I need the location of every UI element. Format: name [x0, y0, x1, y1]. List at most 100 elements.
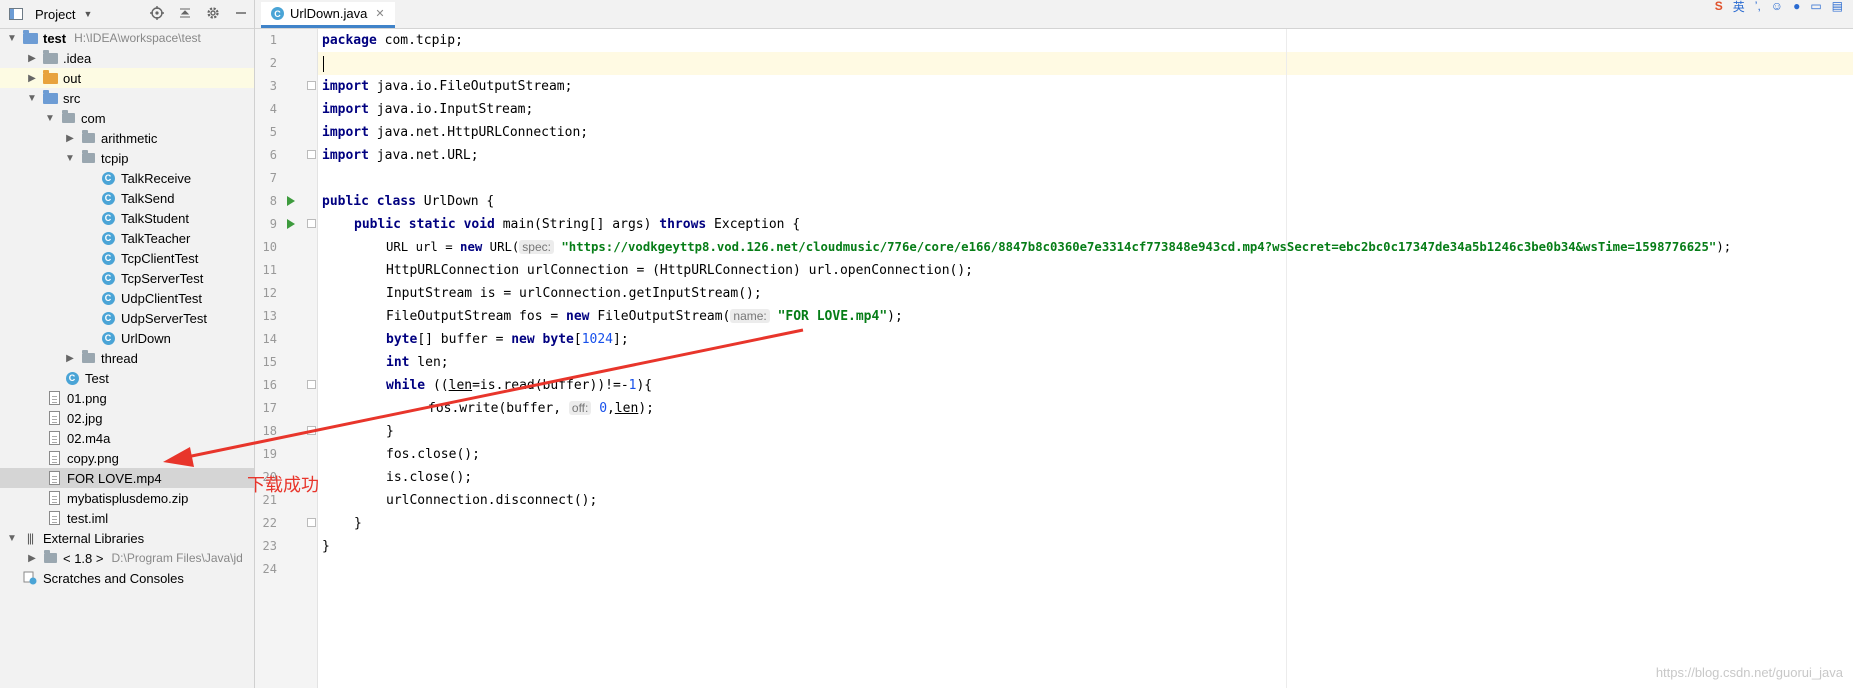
tree-item-class[interactable]: C UrlDown — [0, 328, 254, 348]
chevron-down-icon[interactable]: ▼ — [64, 153, 76, 164]
chevron-down-icon[interactable]: ▼ — [83, 9, 92, 19]
line-number: 2 — [269, 56, 277, 70]
line-number: 12 — [262, 286, 277, 300]
keyboard-icon[interactable]: ▭ — [1810, 0, 1821, 13]
code-line: import java.io.FileOutputStream; — [322, 79, 573, 94]
fold-icon[interactable] — [307, 380, 316, 389]
line-number: 17 — [262, 401, 277, 415]
chevron-right-icon[interactable]: ▶ — [26, 53, 38, 64]
tree-item-out[interactable]: ▶ out — [0, 68, 254, 88]
tree-item-file-selected[interactable]: FOR LOVE.mp4 — [0, 468, 254, 488]
code-line: public class UrlDown { — [322, 194, 495, 209]
tree-item-label: test.iml — [67, 510, 109, 526]
tree-item-class[interactable]: C TalkSend — [0, 188, 254, 208]
skin-icon[interactable]: ▤ — [1832, 0, 1843, 13]
tab-label: UrlDown.java — [290, 6, 368, 21]
chevron-right-icon[interactable]: ▶ — [26, 73, 38, 84]
gear-icon[interactable] — [204, 4, 222, 22]
tree-item-tcpip[interactable]: ▼ tcpip — [0, 148, 254, 168]
tree-item-jdk[interactable]: ▶ < 1.8 > D:\Program Files\Java\jd — [0, 548, 254, 568]
run-icon[interactable] — [287, 219, 295, 229]
fold-icon[interactable] — [307, 426, 316, 435]
tree-item-file[interactable]: copy.png — [0, 448, 254, 468]
s-logo-icon[interactable]: S — [1715, 0, 1723, 13]
tree-item-file[interactable]: 01.png — [0, 388, 254, 408]
code-line: public static void main(String[] args) t… — [354, 217, 801, 232]
fold-icon[interactable] — [307, 219, 316, 228]
tree-item-test[interactable]: ▼ test H:\IDEA\workspace\test — [0, 28, 254, 48]
tree-item-src[interactable]: ▼ src — [0, 88, 254, 108]
folder-icon — [42, 49, 58, 65]
tree-item-label: out — [63, 70, 82, 86]
chevron-down-icon[interactable]: ▼ — [44, 113, 56, 124]
chevron-right-icon[interactable]: ▶ — [64, 133, 76, 144]
code-line: fos.close(); — [386, 447, 480, 462]
tree-item-class[interactable]: C UdpClientTest — [0, 288, 254, 308]
minimize-icon[interactable] — [232, 4, 250, 22]
tree-item-class[interactable]: C TalkTeacher — [0, 228, 254, 248]
java-class-icon: C — [64, 371, 80, 385]
right-margin — [1286, 29, 1287, 688]
fold-icon[interactable] — [307, 81, 316, 90]
package-icon — [80, 150, 96, 165]
tree-item-class[interactable]: C TalkStudent — [0, 208, 254, 228]
code-editor[interactable]: package com.tcpip; import java.io.FileOu… — [318, 29, 1853, 688]
tree-item-path: D:\Program Files\Java\jd — [111, 551, 243, 565]
tree-item-label: < 1.8 > — [63, 550, 104, 566]
tree-item-label: .idea — [63, 50, 92, 66]
current-line-highlight — [318, 52, 1853, 75]
java-class-icon: C — [100, 331, 116, 345]
tree-item-file[interactable]: mybatisplusdemo.zip — [0, 488, 254, 508]
tree-item-class[interactable]: C TcpServerTest — [0, 268, 254, 288]
chevron-down-icon[interactable]: ▼ — [6, 33, 18, 44]
project-header: Project ▼ — [0, 0, 254, 29]
tree-item-label: TalkStudent — [121, 210, 189, 226]
tree-item-idea[interactable]: ▶ .idea — [0, 48, 254, 68]
close-icon[interactable]: ✕ — [375, 7, 384, 20]
tree-item-scratches[interactable]: Scratches and Consoles — [0, 568, 254, 588]
tree-item-external-libraries[interactable]: ▼ ||| External Libraries — [0, 528, 254, 548]
tree-item-file[interactable]: 02.m4a — [0, 428, 254, 448]
tree-item-thread[interactable]: ▶ thread — [0, 348, 254, 368]
tree-item-arithmetic[interactable]: ▶ arithmetic — [0, 128, 254, 148]
collapse-all-icon[interactable] — [176, 4, 194, 22]
chevron-down-icon[interactable]: ▼ — [6, 533, 18, 544]
code-line: FileOutputStream fos = new FileOutputStr… — [386, 309, 903, 324]
java-class-icon: C — [100, 211, 116, 225]
tree-item-class[interactable]: C TalkReceive — [0, 168, 254, 188]
java-class-icon: C — [271, 7, 284, 20]
line-number: 24 — [262, 562, 277, 576]
tree-item-label: Test — [85, 370, 109, 386]
tree-item-file[interactable]: test.iml — [0, 508, 254, 528]
locate-icon[interactable] — [148, 4, 166, 22]
line-number: 10 — [262, 240, 277, 254]
chevron-right-icon[interactable]: ▶ — [26, 553, 38, 564]
chevron-right-icon[interactable]: ▶ — [64, 353, 76, 364]
line-number: 18 — [262, 424, 277, 438]
tree-item-class[interactable]: C TcpClientTest — [0, 248, 254, 268]
tree-item-label: 02.jpg — [67, 410, 103, 426]
chevron-down-icon[interactable]: ▼ — [26, 93, 38, 104]
ime-lang[interactable]: 英 — [1733, 0, 1745, 15]
run-icon[interactable] — [287, 196, 295, 206]
tree-item-class[interactable]: C Test — [0, 368, 254, 388]
package-icon — [60, 110, 76, 125]
tree-item-label: TalkTeacher — [121, 230, 191, 246]
java-class-icon: C — [100, 171, 116, 185]
tree-item-com[interactable]: ▼ com — [0, 108, 254, 128]
tree-item-label: Scratches and Consoles — [43, 570, 184, 586]
code-line: package com.tcpip; — [322, 33, 463, 48]
tab-urldown[interactable]: C UrlDown.java ✕ — [261, 2, 395, 28]
line-number: 19 — [262, 447, 277, 461]
tree-item-label: 02.m4a — [67, 430, 111, 446]
mic-icon[interactable]: ● — [1793, 0, 1800, 13]
ime-punct[interactable]: ’, — [1755, 0, 1761, 13]
fold-icon[interactable] — [307, 150, 316, 159]
fold-icon[interactable] — [307, 518, 316, 527]
emoji-icon[interactable]: ☺ — [1771, 0, 1783, 13]
library-icon: ||| — [26, 531, 34, 545]
project-title[interactable]: Project — [35, 7, 75, 22]
project-tree: ▼ test H:\IDEA\workspace\test ▶ .idea ▶ … — [0, 28, 254, 588]
tree-item-class[interactable]: C UdpServerTest — [0, 308, 254, 328]
tree-item-file[interactable]: 02.jpg — [0, 408, 254, 428]
